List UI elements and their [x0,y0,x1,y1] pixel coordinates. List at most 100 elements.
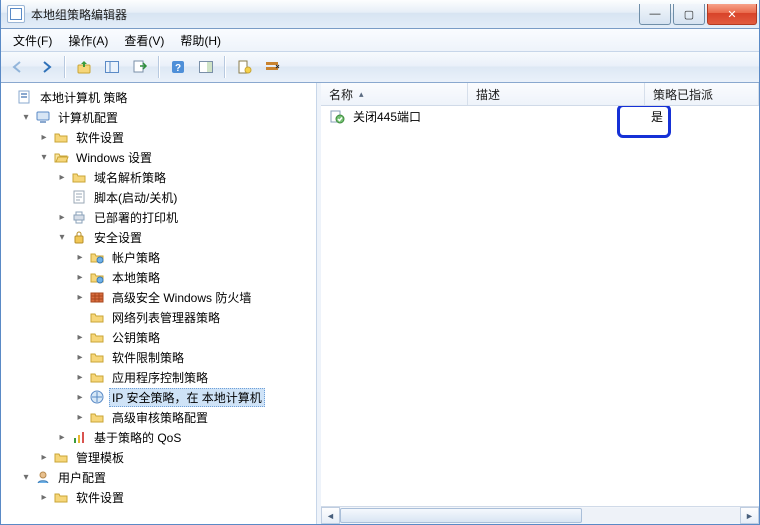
create-policy-button[interactable] [231,54,257,80]
expander-icon[interactable]: ▸ [73,290,87,304]
expander-icon[interactable]: ▸ [73,410,87,424]
titlebar: 本地组策略编辑器 — ▢ ✕ [1,0,759,29]
app-window: 本地组策略编辑器 — ▢ ✕ 文件(F) 操作(A) 查看(V) 帮助(H) [0,0,760,525]
expander-icon[interactable]: ▸ [55,170,69,184]
expander-icon[interactable]: ▸ [73,350,87,364]
tree-item-windows-settings[interactable]: ▾ Windows 设置 [37,147,316,167]
action-pane-button[interactable] [193,54,219,80]
scroll-thumb[interactable] [340,508,582,523]
expander-icon[interactable]: ▸ [73,330,87,344]
expander-icon[interactable]: ▾ [19,470,33,484]
arrow-left-icon [10,59,26,75]
toolbar-separator [224,56,226,78]
tree-item-security-settings[interactable]: ▾ 安全设置 [55,227,316,247]
tree-item-nlm-policies[interactable]: ▸网络列表管理器策略 [73,307,316,327]
expander-icon[interactable]: ▸ [73,370,87,384]
expander-icon[interactable]: ▸ [37,450,51,464]
tree-item-computer-config[interactable]: ▾ 计算机配置 [19,107,316,127]
scroll-track[interactable] [340,508,740,523]
computer-icon [35,109,51,125]
tree-item-account-policies[interactable]: ▸帐户策略 [73,247,316,267]
toolbar-separator [158,56,160,78]
tree-item-software-settings[interactable]: ▸ 软件设置 [37,127,316,147]
col-name[interactable]: 名称▴ [321,83,468,105]
folder-icon [89,349,105,365]
folder-icon [89,409,105,425]
tree-item-adv-audit[interactable]: ▸ 高级审核策略配置 [73,407,316,427]
expander-icon[interactable]: ▸ [73,270,87,284]
scroll-left-button[interactable]: ◄ [321,507,340,524]
help-button[interactable]: ? [165,54,191,80]
horizontal-scrollbar[interactable]: ◄ ► [321,506,759,524]
ipsec-icon [89,389,105,405]
app-icon [7,5,25,23]
tree-item-qos[interactable]: ▸基于策略的 QoS [55,427,316,447]
export-icon [132,59,148,75]
window-title: 本地组策略编辑器 [31,6,637,23]
expander-icon[interactable]: ▸ [55,210,69,224]
menu-file[interactable]: 文件(F) [5,30,60,51]
col-desc[interactable]: 描述 [468,83,645,105]
minimize-button[interactable]: — [639,4,671,25]
tree-root[interactable]: ▸ 本地计算机 策略 [1,87,316,107]
folder-icon [89,369,105,385]
tree-item-local-policies[interactable]: ▸ 本地策略 [73,267,316,287]
forward-button[interactable] [33,54,59,80]
menu-action[interactable]: 操作(A) [60,30,116,51]
policy-folder-icon [89,249,105,265]
manage-filters-button[interactable] [259,54,285,80]
maximize-button[interactable]: ▢ [673,4,705,25]
expander-icon[interactable]: ▸ [55,430,69,444]
tree-item-pubkey-policies[interactable]: ▸公钥策略 [73,327,316,347]
tree-item-appctrl[interactable]: ▸应用程序控制策略 [73,367,316,387]
close-button[interactable]: ✕ [707,4,757,25]
list-view[interactable]: 关闭445端口 是 [321,106,759,506]
filter-icon [264,59,280,75]
tree-item-ipsec[interactable]: ▸IP 安全策略，在 本地计算机 [73,387,316,407]
expander-icon[interactable]: ▸ [37,130,51,144]
action-pane-icon [198,59,214,75]
cell-assigned: 是 [643,108,759,125]
detail-pane: 名称▴ 描述 策略已指派 关闭445端口 是 ◄ ► [321,83,759,524]
tree-label: 安全设置 [91,228,145,247]
tree-item-scripts[interactable]: ▸脚本(启动/关机) [55,187,316,207]
tree-item-name-resolution[interactable]: ▸域名解析策略 [55,167,316,187]
tree-label: 高级审核策略配置 [109,408,211,427]
tree-label: 本地策略 [109,268,163,287]
user-icon [35,469,51,485]
tree-label: 本地计算机 策略 [37,88,130,107]
expander-icon[interactable]: ▸ [73,250,87,264]
expander-icon[interactable]: ▸ [73,390,87,404]
menu-help[interactable]: 帮助(H) [172,30,229,51]
tree-label: Windows 设置 [73,148,155,167]
back-button[interactable] [5,54,31,80]
scroll-right-button[interactable]: ► [740,507,759,524]
show-hide-tree-button[interactable] [99,54,125,80]
cell-name: 关闭445端口 [321,108,467,125]
tree-item-admin-templates[interactable]: ▸管理模板 [37,447,316,467]
tree-item-user-config[interactable]: ▾ 用户配置 [19,467,316,487]
expander-icon[interactable]: ▾ [37,150,51,164]
tree-pane[interactable]: ▸ 本地计算机 策略 ▾ 计算机配置 [1,83,317,524]
tree-item-sw-restrict[interactable]: ▸软件限制策略 [73,347,316,367]
list-item[interactable]: 关闭445端口 是 [321,106,759,126]
menu-view[interactable]: 查看(V) [116,30,172,51]
tree-label: 软件设置 [73,128,127,147]
col-assigned[interactable]: 策略已指派 [645,83,759,105]
policy-folder-icon [89,269,105,285]
folder-open-icon [53,149,69,165]
expander-icon[interactable]: ▾ [19,110,33,124]
expander-icon[interactable]: ▾ [55,230,69,244]
tree-item-adv-firewall[interactable]: ▸ 高级安全 Windows 防火墙 [73,287,316,307]
tree-item-user-software-settings[interactable]: ▸ 软件设置 [37,487,316,507]
export-list-button[interactable] [127,54,153,80]
tree-label: 高级安全 Windows 防火墙 [109,288,254,307]
expander-icon[interactable]: ▸ [37,490,51,504]
tree-label: 软件设置 [73,488,127,507]
new-policy-icon [236,59,252,75]
svg-text:?: ? [175,63,181,74]
folder-up-icon [76,59,92,75]
up-button[interactable] [71,54,97,80]
tree-item-deployed-printers[interactable]: ▸已部署的打印机 [55,207,316,227]
qos-icon [71,429,87,445]
